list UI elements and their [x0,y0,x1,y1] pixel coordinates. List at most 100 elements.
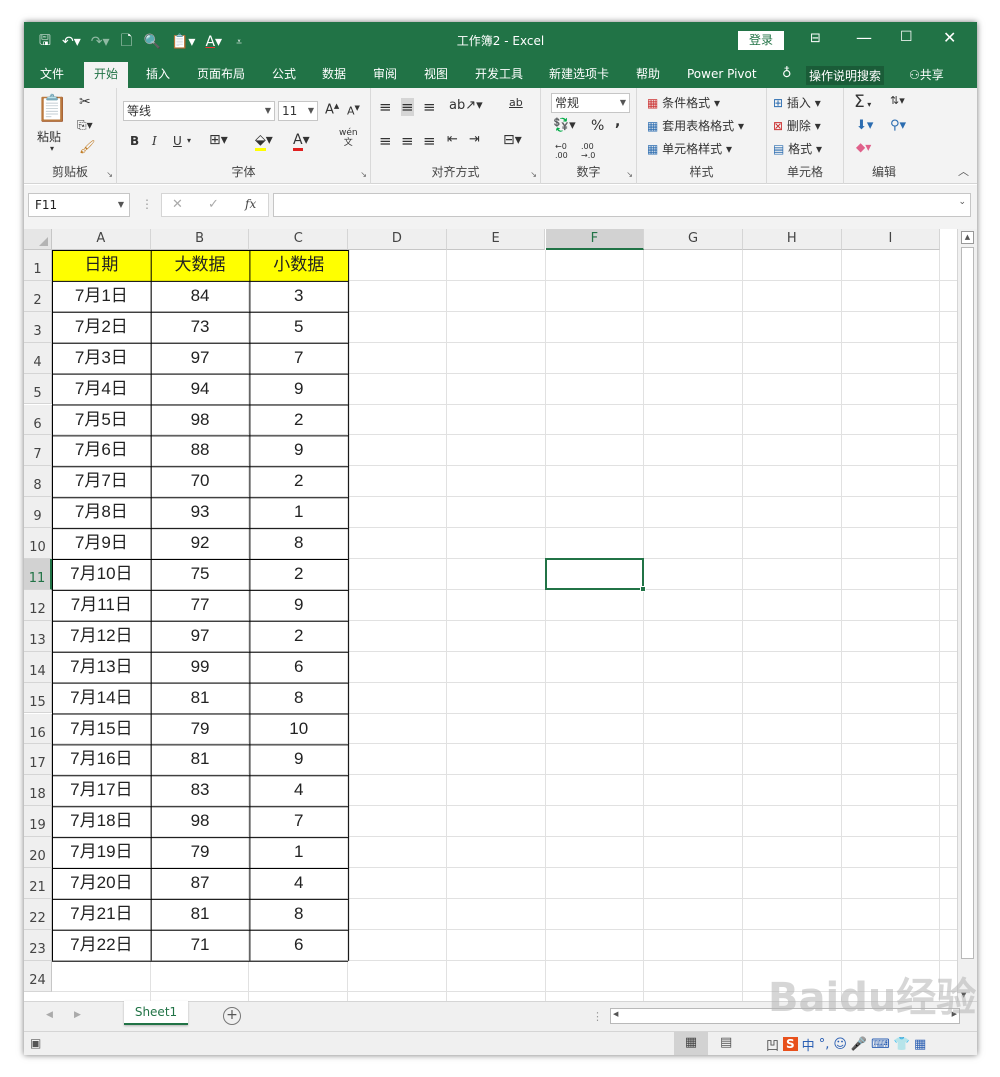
select-all-button[interactable] [24,229,52,250]
cut-icon[interactable]: ✂ [79,94,91,110]
decrease-decimal-icon[interactable]: .00 →.0 [581,142,595,160]
underline-button[interactable]: U [173,134,182,148]
align-bottom-icon[interactable]: ≡ [423,98,436,116]
table-cell[interactable]: 8 [249,683,348,714]
row-header-5[interactable]: 5 [24,373,52,405]
row-header-15[interactable]: 15 [24,682,52,714]
row-header-4[interactable]: 4 [24,342,52,374]
format-painter-icon[interactable]: 🖌 [79,140,96,155]
table-cell[interactable]: 97 [151,343,250,374]
table-cell[interactable]: 81 [151,744,250,775]
page-layout-view-icon[interactable]: ▤ [720,1035,732,1050]
align-middle-icon[interactable]: ≡ [401,98,414,116]
table-header-cell[interactable]: 小数据 [249,250,349,281]
row-header-14[interactable]: 14 [24,651,52,683]
table-cell[interactable]: 7月8日 [52,497,151,528]
table-cell[interactable]: 92 [151,528,250,559]
increase-decimal-icon[interactable]: ←0.00 [555,142,568,160]
row-header-7[interactable]: 7 [24,435,52,467]
chevron-down-icon[interactable]: ▾ [187,136,191,145]
table-cell[interactable]: 98 [151,405,250,436]
tab-help[interactable]: 帮助 [632,65,664,88]
table-cell[interactable]: 8 [249,899,348,930]
row-header-3[interactable]: 3 [24,311,52,343]
tab-split-handle[interactable]: ⋮ [592,1010,603,1023]
ime-emoji-icon[interactable]: ☺ [833,1037,847,1052]
table-cell[interactable]: 7月3日 [52,343,151,374]
tab-page-layout[interactable]: 页面布局 [193,65,249,88]
table-cell[interactable]: 7月17日 [52,775,151,806]
align-right-icon[interactable]: ≡ [423,132,436,150]
number-format-select[interactable]: 常规 ▼ [551,93,630,113]
column-header-i[interactable]: I [841,229,941,250]
merge-center-icon[interactable]: ⊟▾ [503,132,522,148]
ime-grid-icon[interactable]: ▦ [914,1037,926,1052]
table-cell[interactable]: 75 [151,559,250,590]
clear-icon[interactable]: ◆▾ [856,140,871,154]
enter-icon[interactable]: ✓ [208,197,219,212]
table-cell[interactable]: 7月10日 [52,559,151,590]
tell-me-search[interactable]: 操作说明搜索 [806,66,885,85]
tab-insert[interactable]: 插入 [142,65,174,88]
login-button[interactable]: 登录 [738,31,784,50]
row-header-21[interactable]: 21 [24,868,52,899]
sort-filter-icon[interactable]: ⇅▾ [890,94,905,107]
vertical-scrollbar[interactable]: ▲ ▼ [957,229,977,1001]
table-cell[interactable]: 83 [151,775,250,806]
ime-skin-icon[interactable]: 👕 [894,1037,910,1052]
tab-review[interactable]: 审阅 [369,65,401,88]
row-header-6[interactable]: 6 [24,404,52,436]
table-cell[interactable]: 7 [249,806,348,837]
formula-input[interactable]: ⌄ [273,193,971,217]
share-button[interactable]: ⚇共享 [909,66,944,83]
table-cell[interactable]: 94 [151,374,250,405]
table-cell[interactable]: 10 [249,714,348,745]
tab-developer[interactable]: 开发工具 [471,65,527,88]
vertical-scroll-thumb[interactable] [961,247,974,959]
row-header-12[interactable]: 12 [24,589,52,621]
table-cell[interactable]: 7 [249,343,348,374]
table-cell[interactable]: 71 [151,930,250,961]
table-cell[interactable]: 7月18日 [52,806,151,837]
worksheet-grid[interactable]: ABCDEFGHI 1 2 3 4 5 6 7 8 9 10 11 12 13 14 15 16 17 18 19 2… [24,229,977,1001]
row-header-8[interactable]: 8 [24,466,52,498]
ime-logo-icon[interactable]: S [783,1037,798,1051]
table-cell[interactable]: 7月6日 [52,435,151,466]
row-header-1[interactable]: 1 [24,250,52,281]
cells-area[interactable]: 日期 大数据 小数据 7月1日 84 3 7月2日 73 5 7月3日 97 7 7月4日 94 9 7月5日… [52,250,957,1001]
column-header-e[interactable]: E [446,229,546,250]
table-cell[interactable]: 7月19日 [52,837,151,868]
row-header-18[interactable]: 18 [24,775,52,807]
fill-icon[interactable]: ⬇▾ [856,118,873,133]
table-cell[interactable]: 9 [249,744,348,775]
table-cell[interactable]: 2 [249,466,348,497]
paste-icon[interactable]: 📋 [36,94,68,124]
table-cell[interactable]: 9 [249,374,348,405]
dialog-launcher-icon[interactable]: ↘ [106,170,113,179]
table-cell[interactable]: 7月2日 [52,312,151,343]
row-header-16[interactable]: 16 [24,713,52,745]
table-cell[interactable]: 87 [151,868,250,899]
table-cell[interactable]: 7月13日 [52,652,151,683]
table-cell[interactable]: 70 [151,466,250,497]
dialog-launcher-icon[interactable]: ↘ [530,170,537,179]
ime-punctuation-icon[interactable]: °, [819,1037,830,1052]
table-cell[interactable]: 7月7日 [52,466,151,497]
tab-view[interactable]: 视图 [420,65,452,88]
table-header-cell[interactable]: 日期 [52,250,151,281]
row-header-13[interactable]: 13 [24,620,52,652]
column-header-f[interactable]: F [545,229,645,250]
increase-font-icon[interactable]: A▲ [325,102,339,117]
tab-formulas[interactable]: 公式 [268,65,300,88]
table-cell[interactable]: 77 [151,590,250,621]
tab-new[interactable]: 新建选项卡 [545,65,613,88]
fill-handle[interactable] [640,585,647,592]
cancel-icon[interactable]: ✕ [172,197,183,212]
row-header-10[interactable]: 10 [24,528,52,559]
sheet-tab-sheet1[interactable]: Sheet1 [124,1001,188,1025]
table-cell[interactable]: 88 [151,435,250,466]
ribbon-display-options-icon[interactable]: ⊟ [810,31,821,46]
table-cell[interactable]: 7月20日 [52,868,151,899]
expand-formula-bar-icon[interactable]: ⌄ [958,197,966,207]
row-header-2[interactable]: 2 [24,280,52,312]
